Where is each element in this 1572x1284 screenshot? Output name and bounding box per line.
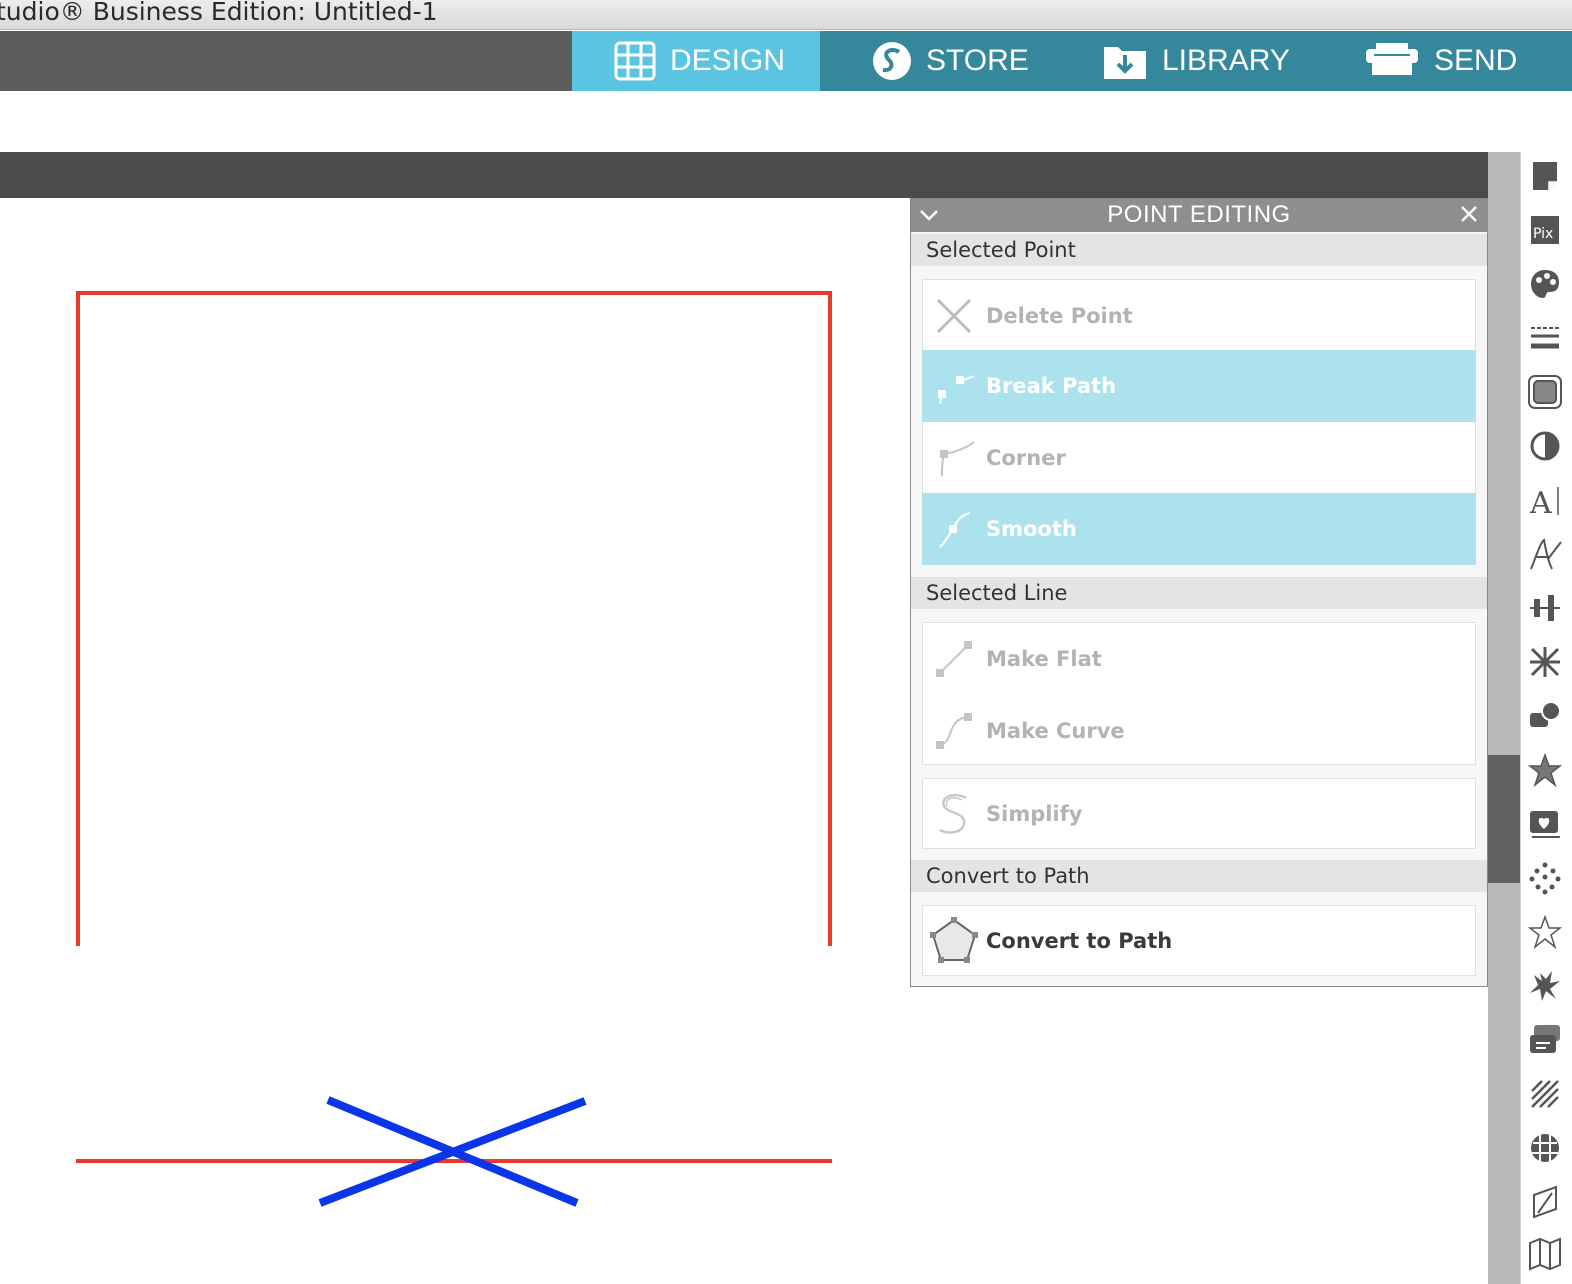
make-flat-icon — [936, 641, 972, 677]
section-title-selected-point: Selected Point — [911, 234, 1487, 266]
corner-button[interactable]: Corner — [922, 422, 1476, 494]
svg-text:A: A — [1529, 486, 1552, 517]
svg-text:Pix: Pix — [1533, 226, 1553, 242]
tab-store-label: STORE — [926, 44, 1029, 77]
close-icon[interactable] — [1457, 202, 1481, 226]
make-flat-label: Make Flat — [986, 647, 1102, 671]
sketch-text-icon[interactable] — [1527, 536, 1563, 572]
pixscan-icon[interactable]: Pix — [1527, 212, 1563, 248]
vertical-scrollbar[interactable] — [1488, 152, 1520, 1284]
tab-store[interactable]: STORE — [820, 31, 1068, 91]
grid-icon — [614, 41, 656, 81]
contrast-icon[interactable] — [1527, 428, 1563, 464]
tab-library[interactable]: LIBRARY — [1068, 31, 1316, 91]
break-path-label: Break Path — [986, 374, 1117, 398]
top-nav-bar: DESIGN STORE LIBRARY SEND — [0, 31, 1572, 91]
right-panel-icon-bar: Pix A — [1520, 152, 1572, 1284]
title-bar: tudio® Business Edition: Untitled-1 — [0, 0, 1572, 30]
store-s-icon — [873, 42, 911, 80]
trace-icon[interactable] — [1527, 374, 1563, 410]
pentagon-path-icon — [930, 916, 978, 963]
make-curve-icon — [936, 713, 972, 749]
fill-color-icon[interactable] — [1527, 266, 1563, 302]
page-setup-icon[interactable] — [1527, 158, 1563, 194]
tab-library-label: LIBRARY — [1162, 44, 1290, 77]
puzzle-icon[interactable] — [1527, 968, 1563, 1004]
make-curve-button[interactable]: Make Curve — [922, 695, 1476, 767]
panel-header[interactable]: POINT EDITING — [911, 199, 1487, 232]
corner-label: Corner — [986, 446, 1066, 470]
toolbar — [0, 91, 1572, 152]
emboss-icon[interactable] — [1527, 1184, 1563, 1220]
delete-x-icon — [936, 298, 972, 334]
nav-tabs: DESIGN STORE LIBRARY SEND — [572, 31, 1572, 91]
library-heart-icon[interactable] — [1527, 806, 1563, 842]
section-title-selected-line: Selected Line — [911, 577, 1487, 609]
make-curve-label: Make Curve — [986, 719, 1125, 743]
tab-design[interactable]: DESIGN — [572, 31, 820, 91]
tab-send-label: SEND — [1434, 44, 1518, 77]
make-flat-button[interactable]: Make Flat — [922, 623, 1476, 695]
rhinestone-icon[interactable] — [1527, 860, 1563, 896]
simplify-label: Simplify — [986, 801, 1083, 826]
section-title-convert: Convert to Path — [911, 860, 1487, 892]
align-icon[interactable] — [1527, 590, 1563, 626]
modify-icon[interactable] — [1527, 698, 1563, 734]
favorites-star-icon[interactable] — [1527, 752, 1563, 788]
cutter-icon — [1366, 43, 1418, 75]
corner-point-icon — [940, 441, 975, 477]
convert-to-path-button[interactable]: Convert to Path — [922, 905, 1476, 976]
line-style-icon[interactable] — [1527, 320, 1563, 356]
delete-point-label: Delete Point — [986, 304, 1133, 328]
panel-title: POINT EDITING — [1107, 201, 1291, 228]
tab-design-label: DESIGN — [670, 44, 786, 77]
smooth-label: Smooth — [986, 517, 1077, 541]
star-outline-icon[interactable] — [1527, 914, 1563, 950]
window-title: tudio® Business Edition: Untitled-1 — [0, 0, 438, 26]
hatch-icon[interactable] — [1527, 1076, 1563, 1112]
smooth-point-icon — [939, 512, 971, 548]
replicate-icon[interactable] — [1527, 644, 1563, 680]
red-open-rectangle-shape[interactable] — [76, 291, 832, 946]
warp-icon[interactable] — [1527, 1130, 1563, 1166]
simplify-button[interactable]: Simplify — [922, 778, 1476, 849]
scrollbar-thumb[interactable] — [1488, 755, 1520, 883]
convert-to-path-label: Convert to Path — [986, 928, 1173, 953]
text-style-icon[interactable]: A — [1527, 482, 1563, 518]
break-path-button[interactable]: Break Path — [922, 350, 1476, 422]
tab-send[interactable]: SEND — [1316, 31, 1572, 91]
canvas-header-bar — [0, 152, 1490, 198]
fold-icon[interactable] — [1527, 1236, 1563, 1272]
layers-icon[interactable] — [1527, 1022, 1563, 1058]
smooth-button[interactable]: Smooth — [922, 493, 1476, 565]
point-editing-panel: POINT EDITING Selected Point Delete Poin… — [910, 198, 1488, 987]
simplify-s-icon — [939, 793, 967, 834]
folder-download-icon — [1104, 47, 1146, 79]
delete-point-button[interactable]: Delete Point — [922, 280, 1476, 352]
break-path-icon — [938, 375, 975, 405]
